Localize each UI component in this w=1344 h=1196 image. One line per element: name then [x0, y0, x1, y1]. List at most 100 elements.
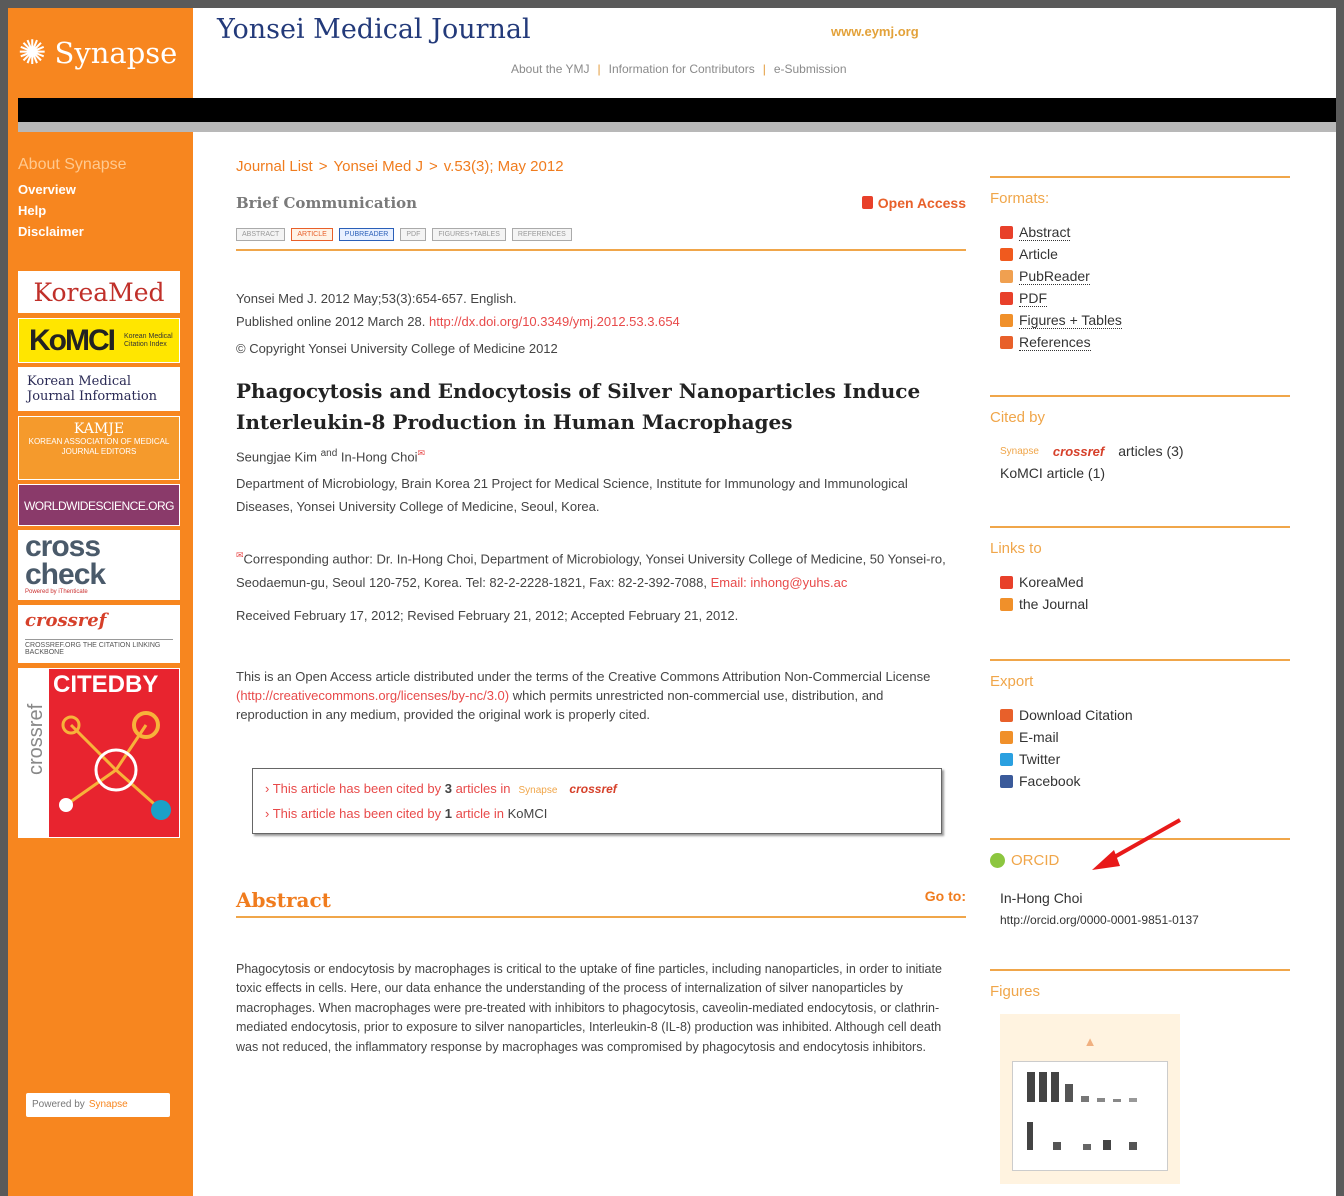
breadcrumb: Journal List > Yonsei Med J > v.53(3); May 2… [236, 158, 564, 175]
citedby-side-label: crossref [25, 703, 47, 775]
copyright-line: © Copyright Yonsei University College of… [236, 341, 558, 356]
figure-thumbnail[interactable]: ▲ [1000, 1014, 1180, 1184]
nav-e-submission[interactable]: e-Submission [774, 62, 847, 76]
red-arrow-annotation [1092, 818, 1181, 870]
about-nav-heading[interactable]: About Synapse [18, 156, 127, 174]
email-label: Email: [710, 574, 747, 590]
powered-by-badge[interactable]: Powered by Synapse [26, 1093, 170, 1117]
about-nav: About Synapse Overview Help Disclaimer [18, 156, 127, 245]
format-figures[interactable]: Figures + Tables [990, 309, 1290, 331]
email-link[interactable]: inhong@yuhs.ac [750, 575, 847, 590]
links-section: Links to KoreaMed the Journal [990, 526, 1290, 615]
fmt-article-button[interactable]: ARTICLE [291, 228, 333, 241]
figure-up-arrow-icon[interactable]: ▲ [1012, 1034, 1168, 1049]
export-facebook[interactable]: Facebook [990, 770, 1290, 792]
fmt-pdf-button[interactable]: PDF [400, 228, 427, 241]
published-date: Published online 2012 March 28. [236, 314, 426, 329]
received-dates: Received February 17, 2012; Revised Febr… [236, 607, 739, 623]
crosscheck-banner[interactable]: cross check Powered by iThenticate [18, 530, 180, 600]
orcid-icon [990, 853, 1005, 868]
article-main: Journal List > Yonsei Med J > v.53(3); May 2… [236, 158, 966, 1057]
cited-by-komci[interactable]: KoMCI article (1) [990, 462, 1290, 484]
figure-chart-preview [1012, 1061, 1168, 1171]
journal-title[interactable]: Yonsei Medical Journal [217, 14, 531, 45]
license-text: This is an Open Access article distribut… [236, 667, 951, 724]
fmt-figures-button[interactable]: FIGURES+TABLES [432, 228, 506, 241]
link-journal[interactable]: the Journal [990, 593, 1290, 615]
citedby-banner[interactable]: crossref CITEDBY [18, 668, 180, 838]
formats-heading: Formats: [990, 190, 1050, 207]
breadcrumb-journal[interactable]: Yonsei Med J [333, 158, 423, 175]
synapse-logo-text: Synapse [54, 36, 178, 70]
links-heading: Links to [990, 540, 1042, 557]
header: Yonsei Medical Journal www.eymj.org Abou… [193, 8, 1336, 98]
fmt-pubreader-button[interactable]: PUBREADER [338, 228, 395, 241]
crossref-banner[interactable]: crossref CROSSREF.ORG THE CITATION LINKI… [18, 605, 180, 663]
format-references[interactable]: References [990, 331, 1290, 353]
citation-line: Yonsei Med J. 2012 May;53(3):654-657. En… [236, 291, 517, 306]
cited-by-box: › This article has been cited by 3 artic… [252, 767, 942, 834]
nav-about-ymj[interactable]: About the YMJ [511, 62, 590, 76]
article-type: Brief Communication [236, 194, 418, 212]
pubreader-icon [1000, 269, 1013, 283]
license-link[interactable]: (http://creativecommons.org/licenses/by-… [236, 688, 509, 703]
pdf-icon [1000, 291, 1013, 305]
cited-by-section: Cited by Synapse crossref articles (3) KoM… [990, 395, 1290, 484]
cited1-num: 3 [444, 780, 452, 796]
crossref-label: crossref [25, 610, 107, 631]
nav-disclaimer[interactable]: Disclaimer [18, 224, 127, 239]
cited1-post: articles in [455, 780, 511, 796]
kmji-banner[interactable]: Korean Medical Journal Information [18, 367, 180, 411]
left-sidebar: ✺ Synapse About Synapse Overview Help Di… [8, 8, 193, 1196]
format-pdf[interactable]: PDF [990, 287, 1290, 309]
article-title: Phagocytosis and Endocytosis of Silver N… [236, 379, 921, 434]
license-pre: This is an Open Access article distribut… [236, 668, 931, 684]
email-icon [1000, 730, 1013, 744]
export-download-citation[interactable]: Download Citation [990, 704, 1290, 726]
cited-by-crossref[interactable]: Synapse crossref articles (3) [990, 440, 1290, 462]
cited-by-komci-row[interactable]: › This article has been cited by 1 artic… [265, 802, 929, 825]
cited2-source: KoMCI [507, 805, 548, 821]
orcid-name: In-Hong Choi [1000, 890, 1083, 906]
koreamed-banner[interactable]: KoreaMed [18, 271, 180, 313]
goto-link[interactable]: Go to: [925, 888, 966, 912]
export-email[interactable]: E-mail [990, 726, 1290, 748]
breadcrumb-journal-list[interactable]: Journal List [236, 158, 313, 175]
format-pubreader[interactable]: PubReader [990, 265, 1290, 287]
breadcrumb-issue[interactable]: v.53(3); May 2012 [444, 158, 564, 175]
link-koreamed[interactable]: KoreaMed [990, 571, 1290, 593]
orcid-link[interactable]: http://orcid.org/0000-0001-9851-0137 [990, 909, 1290, 931]
author-2[interactable]: In-Hong Choi [341, 449, 418, 464]
corresponding-mark-icon[interactable]: ✉ [418, 448, 426, 458]
format-abstract[interactable]: Abstract [990, 221, 1290, 243]
powered-by-label: Powered by [32, 1099, 85, 1110]
format-buttons: ABSTRACT ARTICLE PUBREADER PDF FIGURES+T… [236, 228, 966, 251]
fmt-abstract-button[interactable]: ABSTRACT [236, 228, 286, 241]
abstract-icon [1000, 225, 1013, 239]
cited2-pre: This article has been cited by [272, 805, 442, 821]
worldwidescience-banner[interactable]: WORLDWIDESCIENCE.ORG [18, 484, 180, 526]
figures-section: Figures ▲ [990, 969, 1290, 1184]
author-1[interactable]: Seungjae Kim [236, 449, 317, 464]
synapse-logo[interactable]: ✺ Synapse [8, 8, 193, 98]
article-icon [1000, 247, 1013, 261]
format-article[interactable]: Article [990, 243, 1290, 265]
kamje-banner[interactable]: KAMJE KOREAN ASSOCIATION OF MEDICAL JOUR… [18, 416, 180, 480]
article-type-line: Brief Communication Open Access [236, 188, 966, 218]
doi-link[interactable]: http://dx.doi.org/10.3349/ymj.2012.53.3.… [429, 314, 680, 329]
top-nav: About the YMJ | Information for Contributo… [511, 62, 847, 76]
cited-by-synapse-row[interactable]: › This article has been cited by 3 artic… [265, 777, 929, 802]
export-twitter[interactable]: Twitter [990, 748, 1290, 770]
nav-help[interactable]: Help [18, 203, 127, 218]
komci-banner[interactable]: KoMCI Korean Medical Citation Index [18, 318, 180, 363]
nav-info-contributors[interactable]: Information for Contributors [609, 62, 755, 76]
figure-bars-icon [1027, 1072, 1137, 1150]
fmt-references-button[interactable]: REFERENCES [511, 228, 572, 241]
published-line: Published online 2012 March 28. http://d… [236, 310, 966, 333]
synapse-icon: ✺ [18, 34, 47, 72]
journal-url[interactable]: www.eymj.org [831, 24, 919, 39]
author-list: Seungjae Kim and In-Hong Choi✉ [236, 448, 966, 464]
citedby-label: CITEDBY [53, 671, 159, 698]
author-and: and [320, 448, 338, 459]
nav-overview[interactable]: Overview [18, 182, 127, 197]
